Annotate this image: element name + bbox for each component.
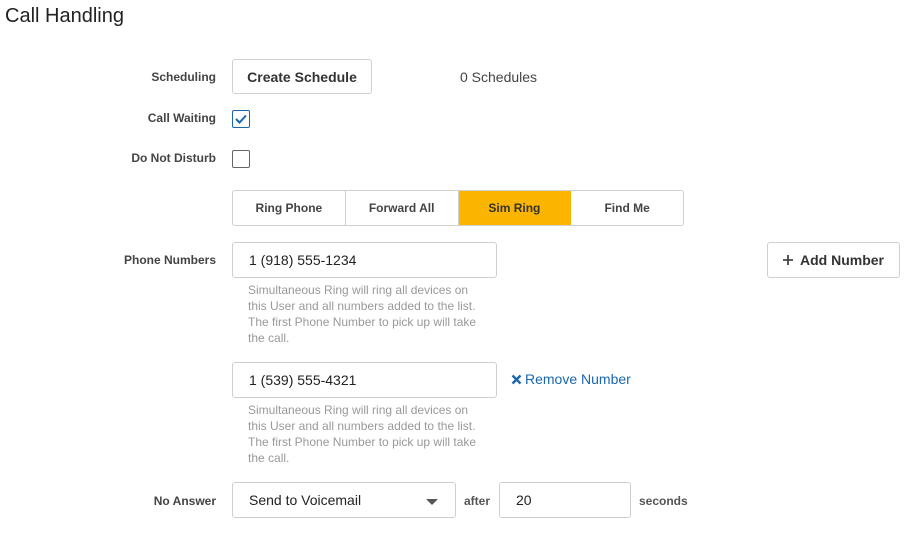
tab-forward-all[interactable]: Forward All [346, 191, 459, 225]
phone-number-help-1: Simultaneous Ring will ring all devices … [248, 283, 477, 345]
remove-number-link[interactable]: Remove Number [511, 371, 631, 387]
scheduling-label: Scheduling [151, 70, 216, 84]
check-icon [235, 114, 247, 124]
phone-number-help-2: Simultaneous Ring will ring all devices … [248, 403, 477, 465]
no-answer-label: No Answer [153, 494, 216, 508]
tab-ring-phone[interactable]: Ring Phone [233, 191, 346, 225]
do-not-disturb-label: Do Not Disturb [131, 151, 216, 165]
add-number-button[interactable]: Add Number [767, 242, 900, 278]
tab-sim-ring[interactable]: Sim Ring [458, 191, 572, 225]
no-answer-selected: Send to Voicemail [249, 492, 362, 508]
seconds-label: seconds [639, 494, 688, 508]
phone-numbers-label: Phone Numbers [123, 253, 216, 267]
call-waiting-label: Call Waiting [147, 111, 216, 125]
tab-find-me[interactable]: Find Me [571, 191, 683, 225]
close-icon [511, 374, 522, 384]
plus-icon [783, 255, 793, 265]
page-title: Call Handling [5, 5, 124, 27]
no-answer-select[interactable]: Send to Voicemail [232, 482, 456, 518]
remove-number-label: Remove Number [525, 371, 631, 387]
seconds-input[interactable]: 20 [499, 482, 631, 518]
chevron-down-icon [426, 499, 438, 505]
call-mode-selector: Ring Phone Forward All Sim Ring Find Me [232, 190, 684, 226]
do-not-disturb-checkbox[interactable] [232, 150, 250, 168]
phone-number-input-2[interactable]: 1 (539) 555-4321 [232, 362, 497, 398]
add-number-label: Add Number [800, 252, 884, 268]
phone-number-input-1[interactable]: 1 (918) 555-1234 [232, 242, 497, 278]
schedules-count: 0 Schedules [460, 69, 538, 85]
create-schedule-button[interactable]: Create Schedule [232, 59, 372, 94]
after-label: after [464, 494, 491, 508]
call-waiting-checkbox[interactable] [232, 110, 250, 128]
